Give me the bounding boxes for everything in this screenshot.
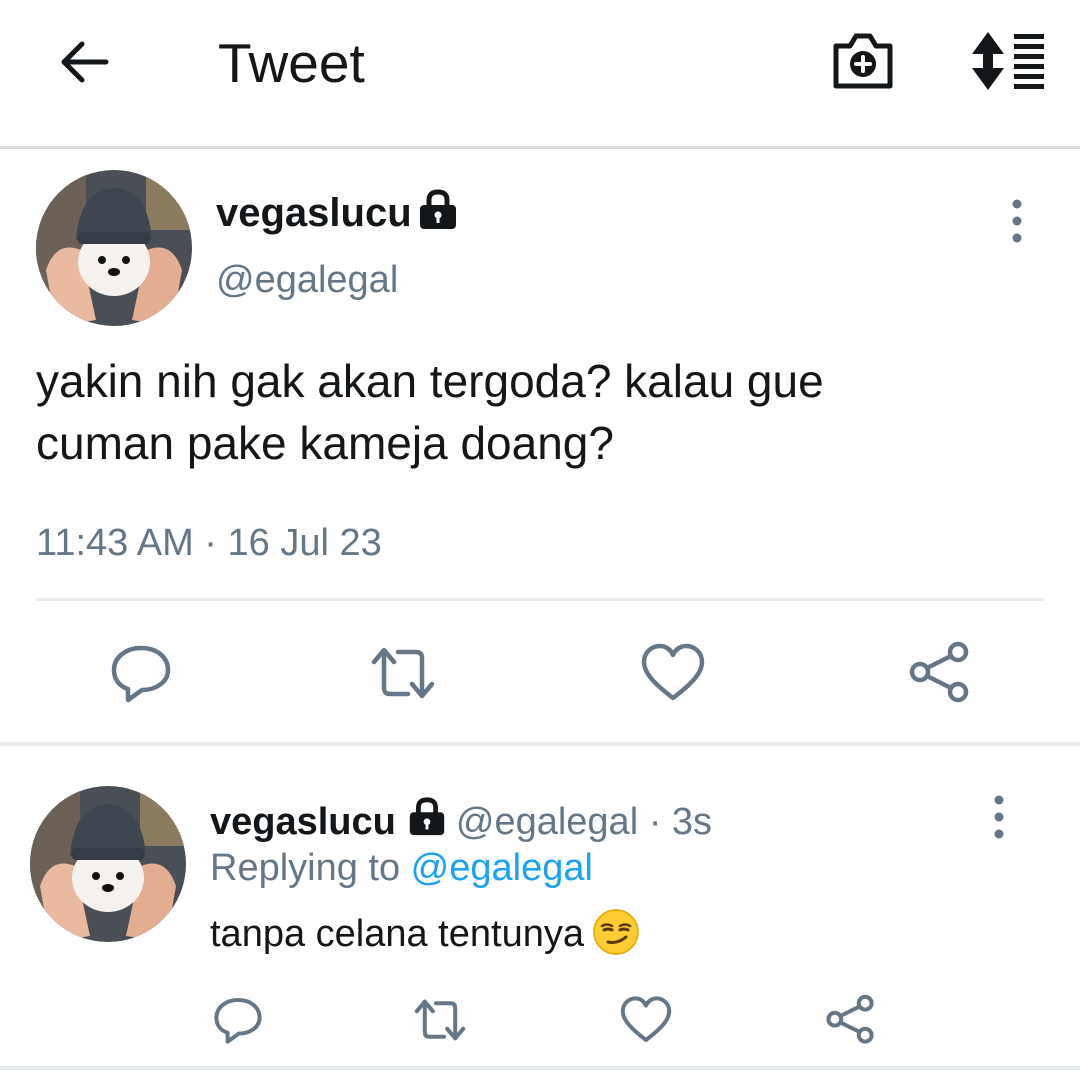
section-separator xyxy=(0,742,1080,746)
more-options-button[interactable] xyxy=(1000,196,1034,246)
divider xyxy=(36,598,1044,601)
reply-icon xyxy=(111,645,171,703)
like-button[interactable] xyxy=(638,638,708,708)
dog-avatar-image xyxy=(36,170,192,326)
camera-button[interactable] xyxy=(830,30,896,92)
heart-icon xyxy=(641,643,705,701)
handle[interactable]: @egalegal xyxy=(216,256,398,304)
header-divider xyxy=(0,146,1080,149)
camera-add-icon xyxy=(833,33,893,89)
share-icon xyxy=(909,641,969,703)
handle[interactable]: @egalegal xyxy=(456,801,638,843)
share-button[interactable] xyxy=(822,992,878,1048)
reply-button[interactable] xyxy=(210,992,266,1048)
sort-button[interactable] xyxy=(968,30,1048,92)
more-vertical-icon xyxy=(994,795,1004,839)
tweet-text-line: yakin nih gak akan tergoda? kalau gue xyxy=(36,355,824,407)
meta-separator: · xyxy=(638,801,672,843)
dog-avatar-image xyxy=(30,786,186,942)
more-options-button[interactable] xyxy=(982,792,1016,842)
section-separator xyxy=(0,1066,1080,1070)
display-name[interactable]: vegaslucu xyxy=(216,188,412,238)
display-name[interactable]: vegaslucu xyxy=(210,801,396,843)
reply-button[interactable] xyxy=(106,638,176,708)
share-icon xyxy=(826,994,874,1044)
back-button[interactable] xyxy=(54,32,114,92)
reply-icon xyxy=(214,998,262,1044)
arrow-left-icon xyxy=(61,41,109,83)
reply-text: tanpa celana tentunya xyxy=(210,908,640,959)
replying-to: Replying to @egalegal xyxy=(210,844,593,892)
heart-icon xyxy=(620,996,672,1042)
page-title: Tweet xyxy=(218,32,365,94)
retweet-icon xyxy=(371,647,435,699)
smirking-face-icon xyxy=(592,908,640,956)
retweet-button[interactable] xyxy=(412,992,468,1048)
avatar[interactable] xyxy=(30,786,186,942)
retweet-button[interactable] xyxy=(368,638,438,708)
tweet-text: yakin nih gak akan tergoda? kalau gue cu… xyxy=(36,350,1036,474)
time-ago: 3s xyxy=(671,801,713,843)
replying-to-link[interactable]: @egalegal xyxy=(411,847,593,889)
more-vertical-icon xyxy=(1012,199,1022,243)
like-button[interactable] xyxy=(618,992,674,1048)
avatar[interactable] xyxy=(36,170,192,326)
tweet-timestamp[interactable]: 11:43 AM · 16 Jul 23 xyxy=(36,518,382,568)
tweet-text-line: cuman pake kameja doang? xyxy=(36,417,614,469)
reply-text-content: tanpa celana tentunya xyxy=(210,913,584,955)
top-bar xyxy=(0,0,1080,146)
share-button[interactable] xyxy=(904,638,974,708)
retweet-icon xyxy=(414,999,466,1041)
replying-to-label: Replying to xyxy=(210,847,411,889)
sort-list-icon xyxy=(972,32,1044,90)
lock-icon xyxy=(416,188,460,232)
reply-header: vegaslucu @egalegal · 3s xyxy=(210,796,712,846)
lock-icon xyxy=(406,796,448,838)
